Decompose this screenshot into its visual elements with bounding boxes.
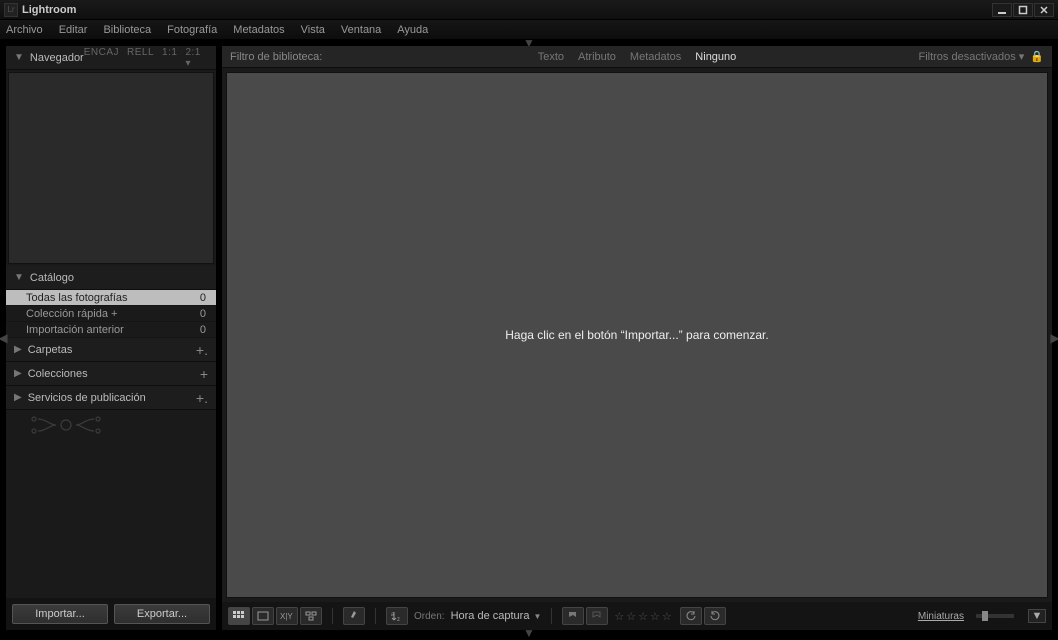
app-icon: Lr [4, 3, 18, 17]
catalog-item-count: 0 [200, 324, 206, 336]
view-survey-icon[interactable] [300, 607, 322, 625]
flag-group [562, 607, 608, 625]
folders-header[interactable]: ▶ Carpetas +. [6, 338, 216, 362]
publish-header[interactable]: ▶ Servicios de publicación +. [6, 386, 216, 410]
thumbnails-label[interactable]: Miniaturas [918, 611, 964, 622]
expand-bottom-icon[interactable]: ▼ [509, 630, 549, 636]
separator [551, 608, 552, 624]
menu-fotografia[interactable]: Fotografía [167, 24, 217, 36]
catalog-header[interactable]: ▼ Catálogo [6, 266, 216, 290]
window-controls [992, 3, 1054, 17]
chevron-right-icon: ▶ [14, 368, 22, 379]
navigator-title: Navegador [30, 52, 84, 64]
collections-header[interactable]: ▶ Colecciones + [6, 362, 216, 386]
nav-mode-1to1[interactable]: 1:1 [162, 47, 177, 69]
thumbnail-size-slider[interactable] [976, 614, 1014, 618]
separator [375, 608, 376, 624]
library-filter-bar: Filtro de biblioteca: Texto Atributo Met… [222, 46, 1052, 68]
left-panel: ▼ Navegador ENCAJ RELL 1:1 2:1 ▾ ▼ Catál… [6, 46, 216, 630]
publish-title: Servicios de publicación [28, 392, 146, 404]
left-panel-spacer [6, 440, 216, 598]
catalog-item-label: Todas las fotografías [26, 292, 128, 304]
catalog-item-label: Importación anterior [26, 324, 124, 336]
import-button[interactable]: Importar... [12, 604, 108, 624]
catalog-item-count: 0 [200, 292, 206, 304]
rotate-group [680, 607, 726, 625]
flag-reject-icon[interactable] [586, 607, 608, 625]
filter-tab-text[interactable]: Texto [538, 51, 564, 63]
menu-archivo[interactable]: Archivo [6, 24, 43, 36]
filter-lock-icon[interactable]: 🔒 [1030, 50, 1044, 63]
menu-ayuda[interactable]: Ayuda [397, 24, 428, 36]
svg-text:X|Y: X|Y [280, 612, 293, 621]
catalog-title: Catálogo [30, 272, 74, 284]
filter-tab-none[interactable]: Ninguno [695, 51, 736, 63]
chevron-down-icon: ▼ [14, 272, 24, 283]
titlebar: Lr Lightroom [0, 0, 1058, 20]
filter-preset-select[interactable]: Filtros desactivados ▾ [918, 50, 1024, 63]
view-mode-group: X|Y [228, 607, 322, 625]
flag-pick-icon[interactable] [562, 607, 584, 625]
menu-vista[interactable]: Vista [301, 24, 325, 36]
filter-label: Filtro de biblioteca: [230, 51, 322, 63]
folders-title: Carpetas [28, 344, 73, 356]
rating-stars[interactable]: ☆☆☆☆☆ [614, 610, 673, 623]
maximize-button[interactable] [1013, 3, 1033, 17]
expand-left-icon[interactable]: ◀ [0, 318, 6, 358]
collections-title: Colecciones [28, 368, 88, 380]
filter-tab-attribute[interactable]: Atributo [578, 51, 616, 63]
add-folder-icon[interactable]: +. [196, 342, 208, 358]
view-compare-icon[interactable]: X|Y [276, 607, 298, 625]
menu-metadatos[interactable]: Metadatos [233, 24, 284, 36]
filter-tab-metadata[interactable]: Metadatos [630, 51, 681, 63]
catalog-item-all[interactable]: Todas las fotografías 0 [6, 290, 216, 306]
toolbar-options-icon[interactable]: ▼ [1028, 609, 1046, 623]
navigator-modes: ENCAJ RELL 1:1 2:1 ▾ [84, 47, 208, 69]
sort-value: Hora de captura [451, 610, 530, 622]
navigator-header[interactable]: ▼ Navegador ENCAJ RELL 1:1 2:1 ▾ [6, 46, 216, 70]
close-button[interactable] [1034, 3, 1054, 17]
filter-tabs: Texto Atributo Metadatos Ninguno [538, 51, 737, 63]
catalog-item-previmport[interactable]: Importación anterior 0 [6, 322, 216, 338]
svg-text:z: z [397, 617, 400, 622]
catalog-items: Todas las fotografías 0 Colección rápida… [6, 290, 216, 338]
content-canvas: Haga clic en el botón “Importar...” para… [226, 72, 1048, 598]
chevron-right-icon: ▶ [14, 344, 22, 355]
sort-direction-icon[interactable]: az [386, 607, 408, 625]
add-collection-icon[interactable]: + [200, 366, 208, 382]
sort-select[interactable]: Hora de captura ▼ [451, 610, 542, 622]
app-frame: ◀ ▶ ▼ ▼ ▼ Navegador ENCAJ RELL 1:1 2:1 ▾… [0, 40, 1058, 636]
sort-label: Orden: [414, 611, 445, 622]
add-publish-icon[interactable]: +. [196, 390, 208, 406]
workarea: ▼ Navegador ENCAJ RELL 1:1 2:1 ▾ ▼ Catál… [6, 46, 1052, 630]
export-button[interactable]: Exportar... [114, 604, 210, 624]
bottom-toolbar: X|Y az Orden: Hora de captura ▼ ☆☆☆☆☆ [222, 602, 1052, 630]
chevron-down-icon: ▼ [533, 612, 541, 621]
expand-right-icon[interactable]: ▶ [1052, 318, 1058, 358]
app-title: Lightroom [22, 4, 76, 16]
chevron-right-icon: ▶ [14, 392, 22, 403]
painter-tool-icon[interactable] [343, 607, 365, 625]
rotate-cw-icon[interactable] [704, 607, 726, 625]
nav-mode-zoom[interactable]: 2:1 ▾ [185, 47, 208, 69]
minimize-button[interactable] [992, 3, 1012, 17]
left-bottom-buttons: Importar... Exportar... [6, 598, 216, 630]
menu-ventana[interactable]: Ventana [341, 24, 381, 36]
chevron-down-icon: ▼ [14, 52, 24, 63]
canvas-hint: Haga clic en el botón “Importar...” para… [505, 328, 768, 342]
view-loupe-icon[interactable] [252, 607, 274, 625]
view-grid-icon[interactable] [228, 607, 250, 625]
main-panel: Filtro de biblioteca: Texto Atributo Met… [222, 46, 1052, 630]
catalog-item-count: 0 [200, 308, 206, 320]
menu-biblioteca[interactable]: Biblioteca [103, 24, 151, 36]
nav-mode-fit[interactable]: ENCAJ [84, 47, 119, 69]
separator [332, 608, 333, 624]
menu-editar[interactable]: Editar [59, 24, 88, 36]
nav-mode-fill[interactable]: RELL [127, 47, 154, 69]
navigator-preview [8, 72, 214, 264]
catalog-item-quick[interactable]: Colección rápida + 0 [6, 306, 216, 322]
rotate-ccw-icon[interactable] [680, 607, 702, 625]
catalog-item-label: Colección rápida + [26, 308, 117, 320]
panel-ornament [6, 410, 216, 440]
